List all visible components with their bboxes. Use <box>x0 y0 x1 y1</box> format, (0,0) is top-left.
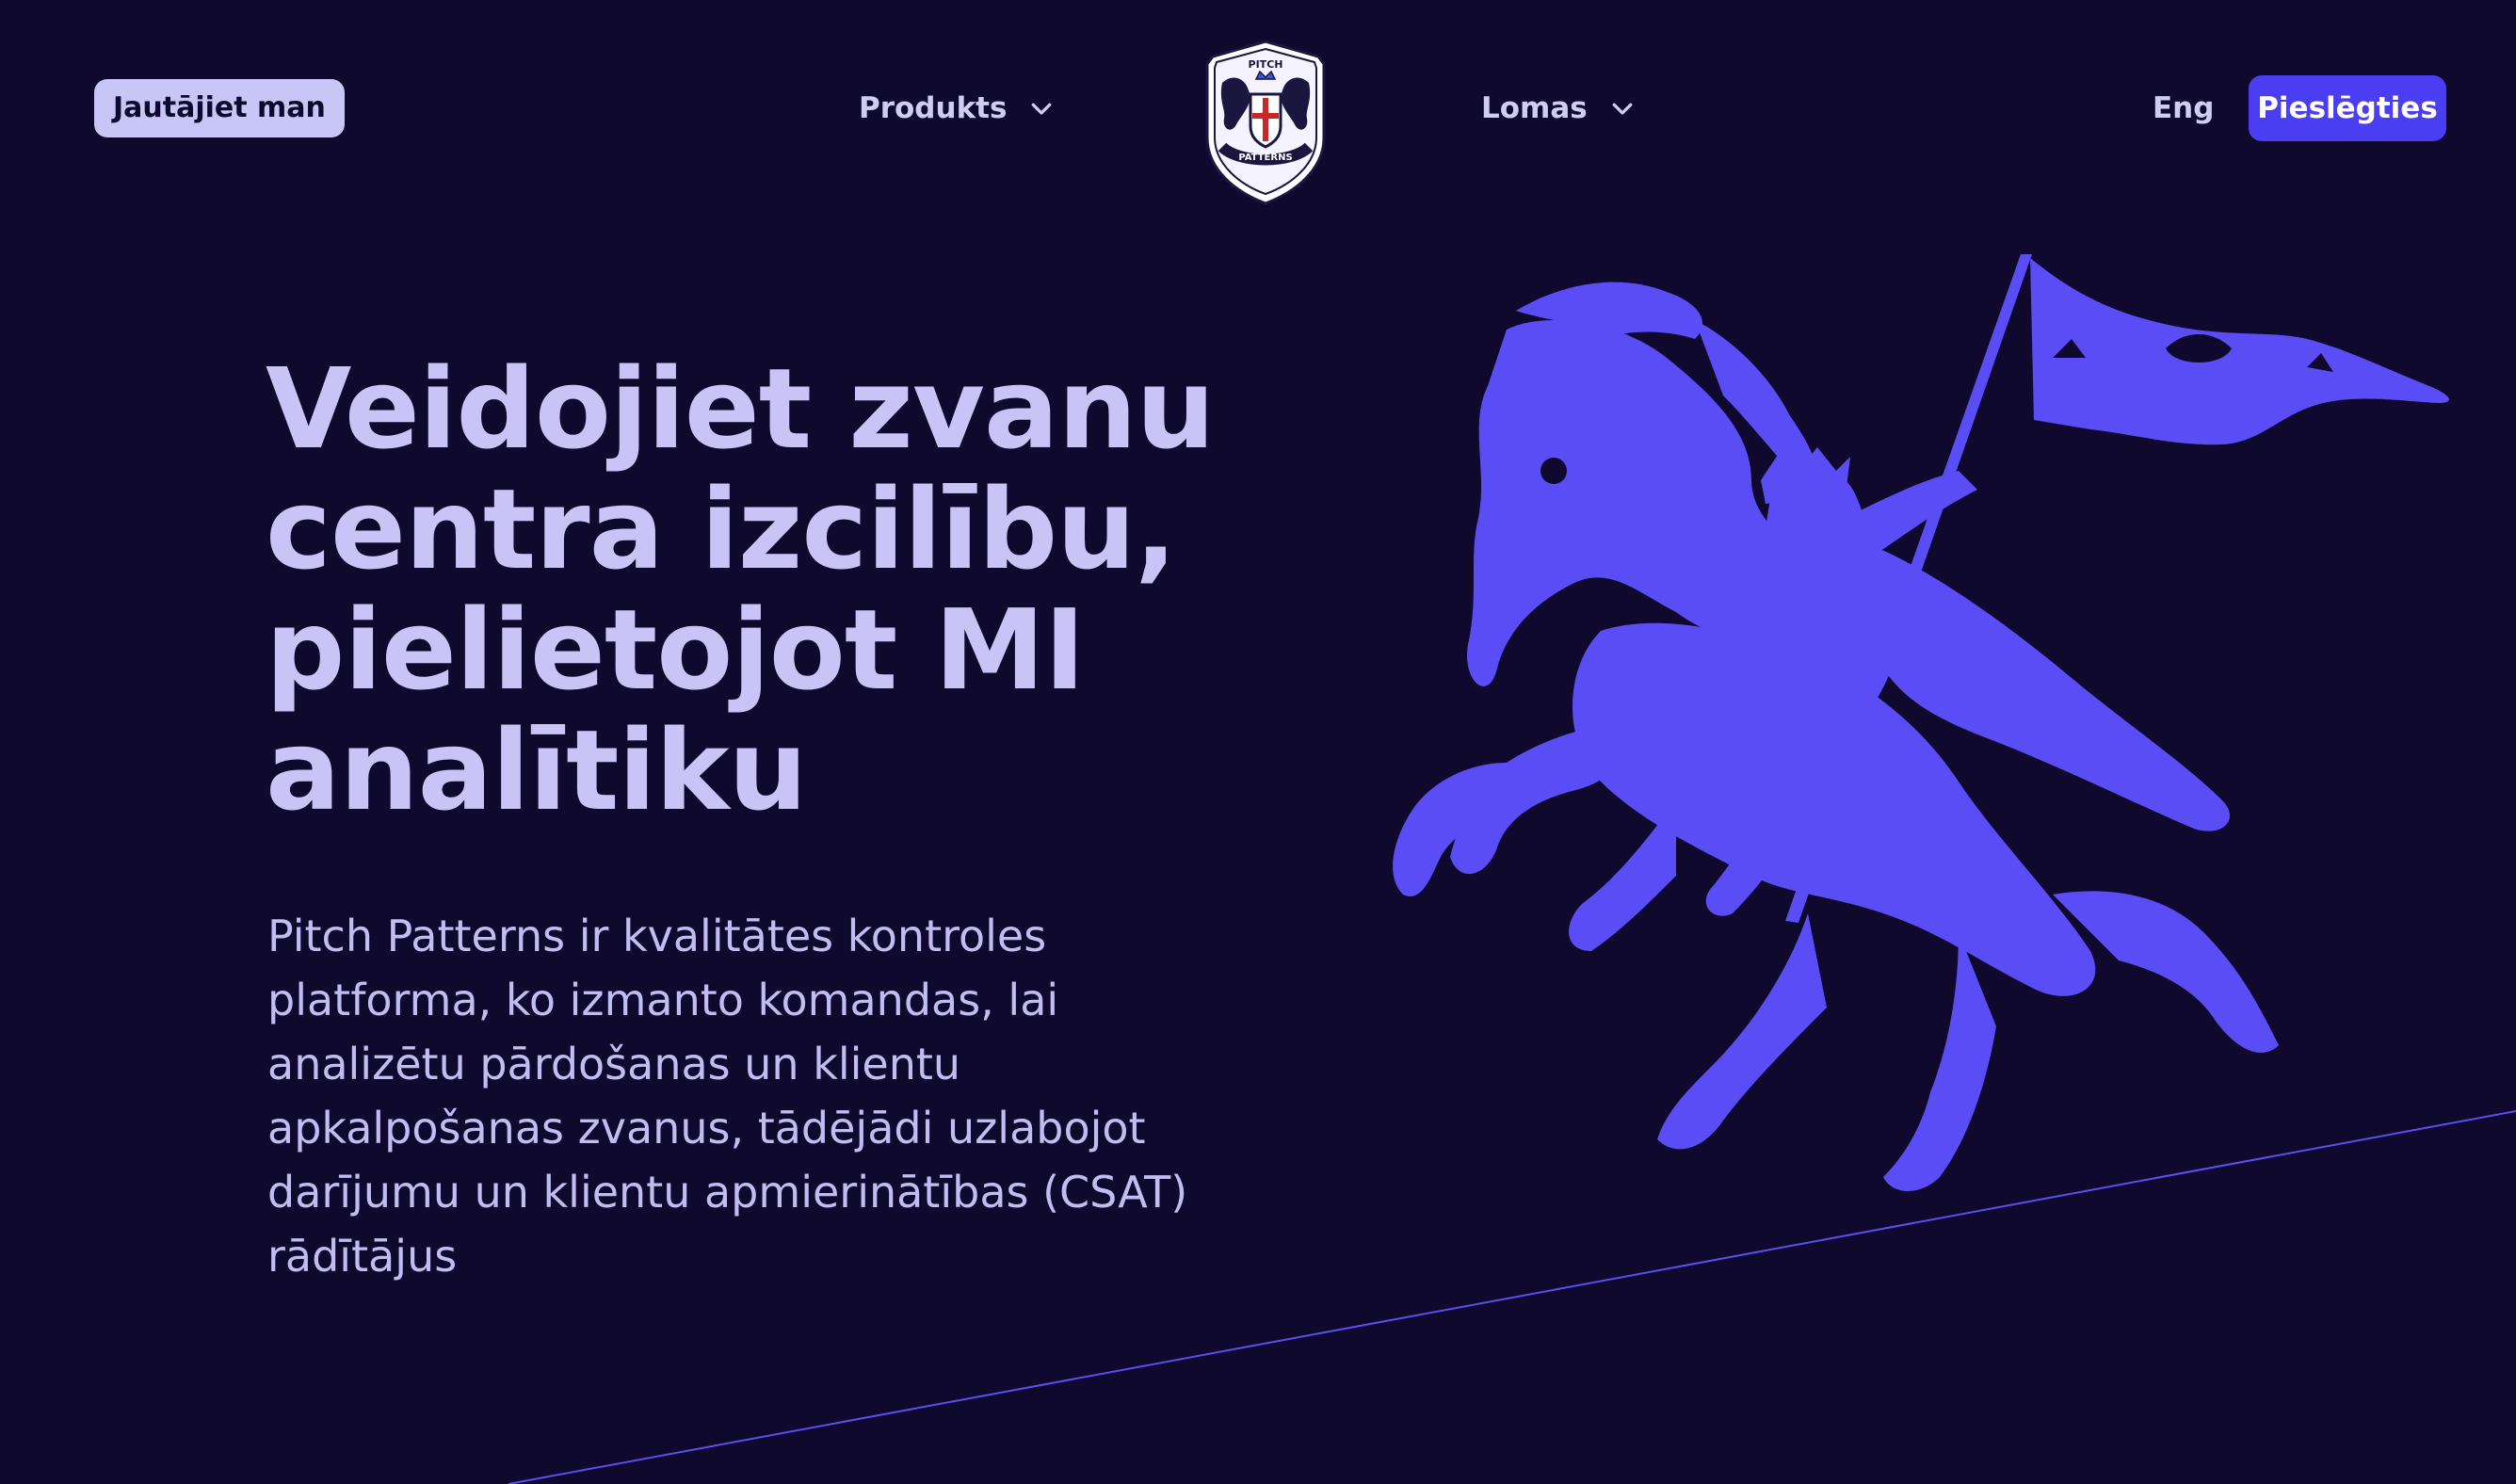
logo-text-bottom: PATTERNS <box>1238 153 1292 163</box>
language-switch[interactable]: Eng <box>2153 85 2214 132</box>
ask-me-button[interactable]: Jautājiet man <box>94 79 345 137</box>
hero-title-line: Veidojiet zvanu <box>266 344 1216 474</box>
landing-page: Jautājiet man Produkts PITCH PATTERNS Lo… <box>0 0 2516 1484</box>
nav-lomas-label: Lomas <box>1481 91 1588 125</box>
login-button[interactable]: Pieslēgties <box>2249 75 2446 141</box>
hero-description: Pitch Patterns ir kvalitātes kontroles p… <box>267 911 1188 1282</box>
hero-title-line: centra izcilību, <box>266 464 1177 594</box>
knight-on-horse-illustration <box>1393 254 2449 1191</box>
hero-title-line: analītiku <box>266 705 807 835</box>
hero-title: Veidojiet zvanu centra izcilību, pieliet… <box>266 348 1320 831</box>
chevron-down-icon <box>1612 103 1633 115</box>
nav-produkts[interactable]: Produkts <box>859 85 1056 132</box>
logo-text-top: PITCH <box>1249 58 1283 71</box>
crest-logo-icon[interactable]: PITCH PATTERNS <box>1198 36 1333 209</box>
nav-produkts-label: Produkts <box>859 91 1008 125</box>
chevron-down-icon <box>1032 103 1052 115</box>
hero-title-line: pielietojot MI <box>266 585 1086 715</box>
nav-lomas[interactable]: Lomas <box>1481 85 1637 132</box>
